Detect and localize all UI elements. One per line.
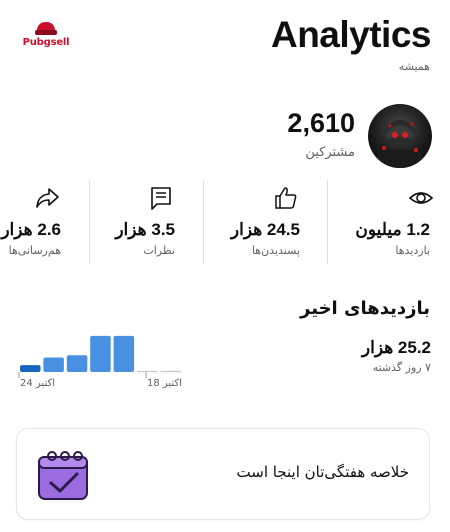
stat-value: 3.5 هزار xyxy=(115,220,175,239)
stats-row: 1.2 میلیون بازدیدها 24.5 هزار پسندیدن‌ها… xyxy=(0,180,450,264)
divider xyxy=(89,180,90,264)
stat-value: 2.6 هزار xyxy=(1,220,61,239)
chart-tick-label: 24 اکتبر xyxy=(20,378,55,389)
stat-likes[interactable]: 24.5 هزار پسندیدن‌ها xyxy=(204,180,327,264)
divider xyxy=(327,180,328,264)
chart-tick-label: اکتبر 18 xyxy=(147,378,182,389)
channel-logo: Pubgsell xyxy=(20,22,72,50)
thumbs-up-icon xyxy=(275,187,297,209)
recent-views-period: ۷ روز گذشته xyxy=(372,361,431,374)
weekly-summary-text: خلاصه هفتگی‌تان اینجا است xyxy=(236,463,409,481)
stat-value: 24.5 هزار xyxy=(230,220,300,239)
comment-icon xyxy=(151,187,171,210)
stat-label: هم‌رسانی‌ها xyxy=(8,244,61,257)
chart-bar[interactable] xyxy=(90,335,111,372)
stat-label: نظرات xyxy=(143,244,175,257)
helmet-icon xyxy=(35,22,57,36)
recent-views-value: 25.2 هزار xyxy=(361,338,431,357)
stat-views[interactable]: 1.2 میلیون بازدیدها xyxy=(328,180,450,264)
eye-icon xyxy=(408,192,434,204)
subscriber-label: مشترکین xyxy=(305,145,355,160)
chart-bar[interactable] xyxy=(20,365,41,372)
stat-shares[interactable]: 2.6 هزار هم‌رسانی‌ها xyxy=(0,180,89,264)
stat-label: بازدیدها xyxy=(395,244,430,257)
logo-wordmark: Pubgsell xyxy=(22,37,70,48)
channel-avatar[interactable] xyxy=(368,104,432,168)
page-title: Analytics xyxy=(270,14,432,55)
share-icon xyxy=(36,188,59,208)
stat-value: 1.2 میلیون xyxy=(355,220,430,239)
calendar-check-icon xyxy=(38,451,88,500)
recent-views-chart[interactable]: 24 اکتبر اکتبر 18 xyxy=(18,325,188,391)
subscriber-count: 2,610 xyxy=(287,108,355,138)
chart-bar[interactable] xyxy=(66,355,88,372)
chart-bar[interactable] xyxy=(113,335,135,372)
recent-views-title: بازدیدهای اخیر xyxy=(300,298,430,319)
chart-bar[interactable] xyxy=(43,357,64,372)
divider xyxy=(203,180,204,264)
weekly-summary-card[interactable]: خلاصه هفتگی‌تان اینجا است xyxy=(16,428,430,520)
stat-comments[interactable]: 3.5 هزار نظرات xyxy=(90,180,203,264)
stat-label: پسندیدن‌ها xyxy=(251,244,300,257)
period-label[interactable]: همیشه xyxy=(399,60,430,73)
